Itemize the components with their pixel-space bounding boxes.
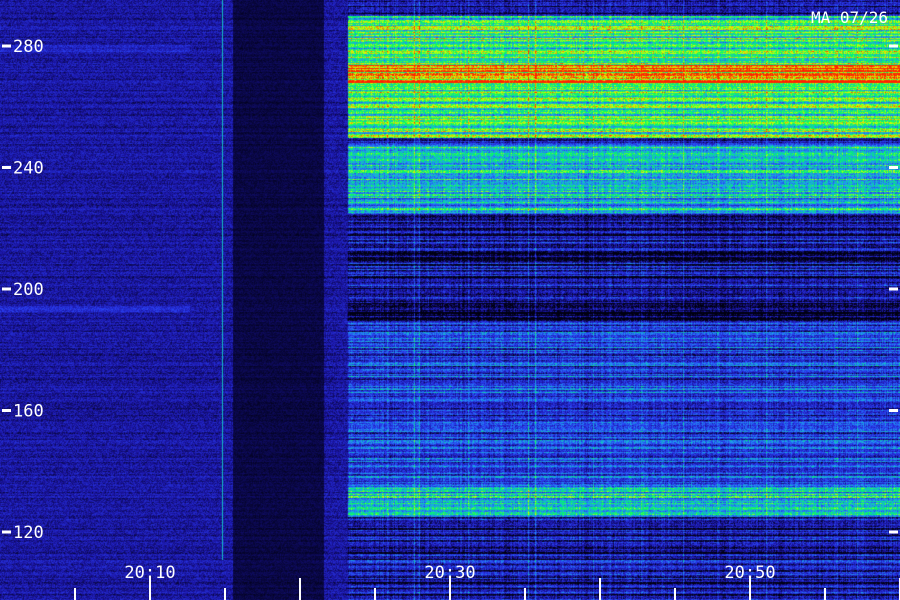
y-tick-mark-right: [889, 287, 898, 291]
x-tick-minor: [374, 588, 376, 600]
x-tick-minor: [824, 588, 826, 600]
y-tick-mark-right: [889, 166, 898, 169]
x-tick-label: 20:50: [724, 563, 775, 583]
y-tick-mark-left: [2, 166, 11, 169]
y-tick-mark-right: [889, 409, 898, 412]
x-tick-major: [299, 578, 301, 600]
axis-overlay: 120 160 200 240 280 20:10 20:30 20:50 MA 07/26: [2, 8, 900, 600]
x-axis: 20:10 20:30 20:50: [74, 563, 900, 600]
x-tick-label: 20:30: [424, 563, 475, 583]
y-tick-label: 200: [13, 280, 44, 300]
x-tick-minor: [74, 588, 76, 600]
y-tick-mark-right: [889, 44, 898, 48]
chart-title: MA 07/26: [811, 8, 888, 27]
x-tick-major: [599, 578, 601, 600]
y-tick-mark-left: [2, 530, 11, 534]
y-tick-mark-left: [2, 287, 11, 291]
x-tick-minor: [224, 588, 226, 600]
y-tick-mark-left: [2, 409, 11, 412]
y-tick-label: 120: [13, 523, 44, 543]
y-tick-mark-right: [889, 530, 898, 534]
y-tick-label: 280: [13, 37, 44, 57]
y-tick-mark-left: [2, 44, 11, 48]
spectrogram-view: 120 160 200 240 280 20:10 20:30 20:50 MA 07/26: [0, 0, 900, 600]
y-tick-label: 160: [13, 402, 44, 422]
x-tick-minor: [674, 588, 676, 600]
y-axis: 120 160 200 240 280: [2, 37, 898, 543]
x-tick-label: 20:10: [124, 563, 175, 583]
y-tick-label: 240: [13, 159, 44, 179]
x-tick-minor: [524, 588, 526, 600]
